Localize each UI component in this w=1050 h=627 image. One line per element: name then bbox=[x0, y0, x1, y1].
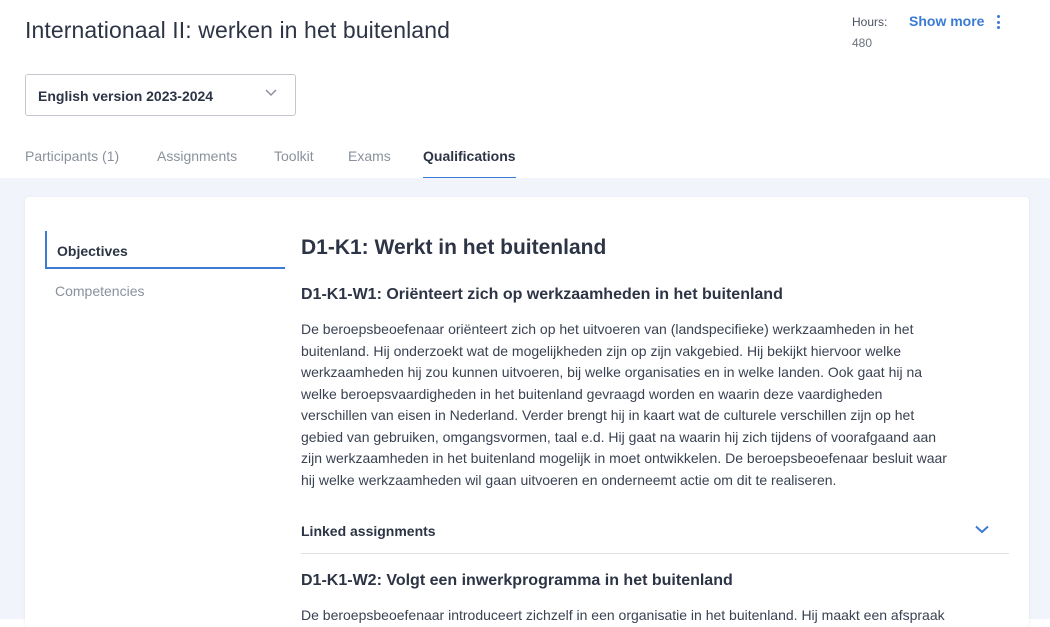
show-more-button[interactable]: Show more bbox=[909, 13, 984, 29]
description-line: De beroepsbeoefenaar introduceert zichze… bbox=[301, 607, 945, 623]
side-nav-objectives[interactable]: Objectives bbox=[45, 231, 285, 269]
page-title: Internationaal II: werken in het buitenl… bbox=[25, 17, 450, 43]
linked-assignments-label: Linked assignments bbox=[301, 523, 436, 539]
version-select-value: English version 2023-2024 bbox=[38, 88, 214, 104]
description-line: welke beroepsvaardigheden in het buitenl… bbox=[301, 385, 883, 402]
description-line: verschillen van eisen in Nederland. Verd… bbox=[301, 407, 915, 423]
tab-assignments[interactable]: Assignments bbox=[157, 148, 237, 177]
task-title: D1-K1-W1: Oriënteert zich op werkzaamhed… bbox=[301, 286, 783, 303]
description-line: hij welke werkzaamheden wil gaan uitvoer… bbox=[301, 471, 837, 488]
side-nav-objectives-label: Objectives bbox=[57, 243, 128, 259]
tab-exams[interactable]: Exams bbox=[348, 148, 391, 177]
chevron-down-icon bbox=[265, 89, 277, 97]
qualifications-card: Objectives Competencies D1-K1: Werkt in … bbox=[25, 197, 1029, 627]
task-description: De beroepsbeoefenaar oriënteert zich op … bbox=[301, 319, 1009, 491]
tab-toolkit[interactable]: Toolkit bbox=[274, 148, 314, 177]
description-line: zijn werkzaamheden in het buitenland mog… bbox=[301, 450, 947, 466]
tab-qualifications[interactable]: Qualifications bbox=[423, 148, 516, 179]
hours-label: Hours: bbox=[852, 15, 888, 29]
description-line: buitenland. Hij onderzoekt wat de mogeli… bbox=[301, 342, 901, 359]
kebab-menu-icon[interactable] bbox=[993, 13, 1003, 31]
side-nav-competencies[interactable]: Competencies bbox=[55, 283, 145, 299]
version-select[interactable]: English version 2023-2024 bbox=[25, 74, 296, 116]
task-title: D1-K1-W2: Volgt een inwerkprogramma in h… bbox=[301, 572, 733, 589]
section-heading: D1-K1: Werkt in het buitenland bbox=[301, 236, 607, 259]
page-header: Internationaal II: werken in het buitenl… bbox=[0, 0, 1050, 179]
chevron-down-icon bbox=[975, 525, 989, 534]
tab-participants[interactable]: Participants (1) bbox=[25, 148, 119, 177]
task-description: De beroepsbeoefenaar introduceert zichze… bbox=[301, 605, 1009, 627]
description-line: werkzaamheden hij zou kunnen uitvoeren, … bbox=[301, 364, 923, 380]
description-line: gebied van gebruiken, omgangsvormen, taa… bbox=[301, 428, 937, 445]
hours-value: 480 bbox=[852, 36, 873, 50]
description-line: De beroepsbeoefenaar oriënteert zich op … bbox=[301, 321, 914, 337]
linked-assignments-toggle[interactable]: Linked assignments bbox=[301, 515, 1009, 554]
